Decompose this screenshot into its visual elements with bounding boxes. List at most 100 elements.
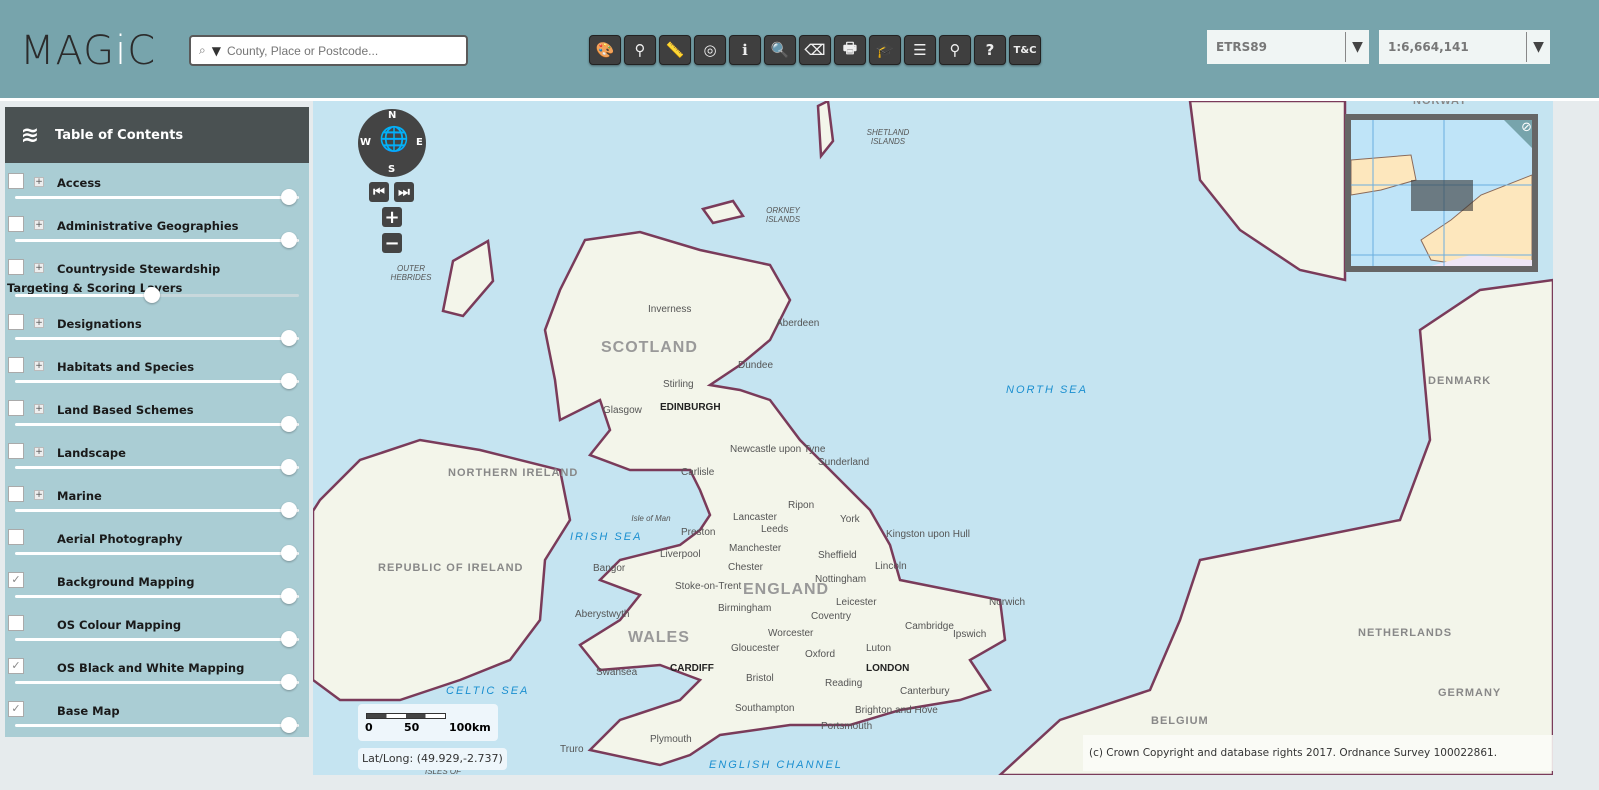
- map-label-southampton: Southampton: [735, 703, 795, 714]
- map-label-leeds: Leeds: [761, 524, 789, 535]
- erase-button[interactable]: ⌫: [799, 35, 831, 65]
- measure-button[interactable]: 📏: [659, 35, 691, 65]
- info-button[interactable]: ℹ: [729, 35, 761, 65]
- opacity-slider[interactable]: [15, 337, 299, 340]
- learning-button[interactable]: 🎓: [869, 35, 901, 65]
- map-label-sunderland: Sunderland: [818, 457, 870, 468]
- map-label-swansea: Swansea: [596, 667, 638, 678]
- toc-layer-row: + Land Based Schemes: [5, 390, 309, 433]
- layer-checkbox[interactable]: [8, 486, 24, 502]
- map-label-inverness: Inverness: [648, 304, 692, 315]
- layer-checkbox[interactable]: [8, 314, 24, 330]
- layer-checkbox[interactable]: [8, 615, 24, 631]
- projection-select[interactable]: ETRS89 ▼: [1207, 30, 1369, 64]
- opacity-slider[interactable]: [15, 423, 299, 426]
- zoom-out-button[interactable]: −: [382, 233, 402, 254]
- expand-plus-icon[interactable]: +: [34, 447, 44, 457]
- opacity-slider-thumb[interactable]: [281, 588, 297, 604]
- query-button[interactable]: 🔍: [764, 35, 796, 65]
- scale-select[interactable]: 1:6,664,141 ▼: [1379, 30, 1550, 64]
- scale-tick: 0: [365, 721, 373, 734]
- opacity-slider-thumb[interactable]: [281, 232, 297, 248]
- copyright-notice: (c) Crown Copyright and database rights …: [1083, 735, 1553, 771]
- layer-checkbox[interactable]: [8, 400, 24, 416]
- opacity-slider[interactable]: [15, 239, 299, 242]
- opacity-slider[interactable]: [15, 466, 299, 469]
- map-label-cardiff: CARDIFF: [670, 663, 714, 674]
- opacity-slider-thumb[interactable]: [281, 545, 297, 561]
- opacity-slider[interactable]: [15, 724, 299, 727]
- triangle-down-icon[interactable]: ▼: [212, 44, 221, 58]
- place-search-input[interactable]: [226, 43, 447, 58]
- expand-plus-icon[interactable]: +: [34, 177, 44, 187]
- locate-button[interactable]: ◎: [694, 35, 726, 65]
- expand-plus-icon[interactable]: +: [34, 318, 44, 328]
- layer-checkbox[interactable]: [8, 216, 24, 232]
- opacity-slider-thumb[interactable]: [281, 373, 297, 389]
- map-label-gloucester: Gloucester: [731, 643, 780, 654]
- map-label-northern-ireland: NORTHERN IRELAND: [448, 467, 579, 479]
- opacity-slider-thumb[interactable]: [281, 502, 297, 518]
- layer-checkbox[interactable]: ✓: [8, 701, 24, 717]
- layer-checkbox[interactable]: [8, 357, 24, 373]
- magic-logo[interactable]: MAGiC: [20, 28, 156, 74]
- layer-checkbox[interactable]: [8, 443, 24, 459]
- layer-checkbox[interactable]: ✓: [8, 658, 24, 674]
- opacity-slider-thumb[interactable]: [281, 631, 297, 647]
- header-bar: MAGiC ⌕ ▼ 🎨 ⚲ 📏 ◎ ℹ 🔍 ⌫ 🖶 🎓 ☰ ⚲? T&C ETRS89 ▼ 1:6,66…: [0, 0, 1599, 98]
- opacity-slider-thumb[interactable]: [281, 189, 297, 205]
- layer-checkbox[interactable]: [8, 173, 24, 189]
- map-view[interactable]: SHETLAND ISLANDS ORKNEY ISLANDS OUTER HEBR…: [313, 101, 1553, 775]
- compass-rose[interactable]: N E S W 🌐: [358, 109, 426, 177]
- layer-search-button[interactable]: ⚲: [939, 35, 971, 65]
- map-label-wales: WALES: [628, 629, 690, 646]
- map-label-coventry: Coventry: [811, 611, 852, 622]
- eye-slash-icon[interactable]: ⊘: [1521, 120, 1532, 135]
- chevron-down-icon[interactable]: ▼: [1345, 32, 1369, 62]
- place-search-box[interactable]: ⌕ ▼: [189, 35, 468, 66]
- opacity-slider-thumb[interactable]: [281, 330, 297, 346]
- globe-icon[interactable]: 🌐: [379, 125, 409, 153]
- opacity-slider[interactable]: [15, 509, 299, 512]
- opacity-slider-thumb[interactable]: [281, 459, 297, 475]
- map-style-button[interactable]: 🎨: [589, 35, 621, 65]
- opacity-slider[interactable]: [15, 638, 299, 641]
- opacity-slider-thumb[interactable]: [281, 717, 297, 733]
- overview-map[interactable]: ⊘: [1345, 114, 1538, 272]
- layer-label: Aerial Photography: [57, 532, 183, 546]
- previous-extent-button[interactable]: ⏮: [369, 182, 389, 202]
- opacity-slider[interactable]: [15, 552, 299, 555]
- expand-plus-icon[interactable]: +: [34, 490, 44, 500]
- map-label-stoke: Stoke-on-Trent: [675, 581, 742, 592]
- map-label-chester: Chester: [728, 562, 764, 573]
- layer-checkbox[interactable]: [8, 529, 24, 545]
- opacity-slider[interactable]: [15, 681, 299, 684]
- terms-button[interactable]: T&C: [1009, 35, 1041, 65]
- compass-east: E: [416, 137, 423, 148]
- next-extent-button[interactable]: ⏭: [394, 182, 414, 202]
- layer-label: Base Map: [57, 704, 120, 718]
- map-label-edinburgh: EDINBURGH: [660, 402, 721, 413]
- opacity-slider[interactable]: [15, 380, 299, 383]
- opacity-slider[interactable]: [15, 595, 299, 598]
- expand-plus-icon[interactable]: +: [34, 361, 44, 371]
- map-label-newcastle: Newcastle upon Tyne: [730, 444, 826, 455]
- legend-button[interactable]: ☰: [904, 35, 936, 65]
- layer-checkbox[interactable]: ✓: [8, 572, 24, 588]
- opacity-slider-thumb[interactable]: [281, 416, 297, 432]
- search-icon[interactable]: ⌕: [199, 43, 206, 58]
- expand-plus-icon[interactable]: +: [34, 220, 44, 230]
- zoom-in-button[interactable]: +: [382, 207, 402, 228]
- logo-text-i: i: [115, 28, 128, 74]
- search-button[interactable]: ⚲: [624, 35, 656, 65]
- help-button[interactable]: ?: [974, 35, 1006, 65]
- overview-toggle[interactable]: [1498, 120, 1532, 154]
- map-label-nottingham: Nottingham: [815, 574, 867, 585]
- opacity-slider-thumb[interactable]: [281, 674, 297, 690]
- expand-plus-icon[interactable]: +: [34, 404, 44, 414]
- print-button[interactable]: 🖶: [834, 35, 866, 65]
- opacity-slider-thumb[interactable]: [144, 287, 160, 303]
- toc-layer-row: + Countryside Stewardship Targeting & Sco…: [5, 249, 309, 304]
- opacity-slider[interactable]: [15, 196, 299, 199]
- chevron-down-icon[interactable]: ▼: [1526, 32, 1550, 62]
